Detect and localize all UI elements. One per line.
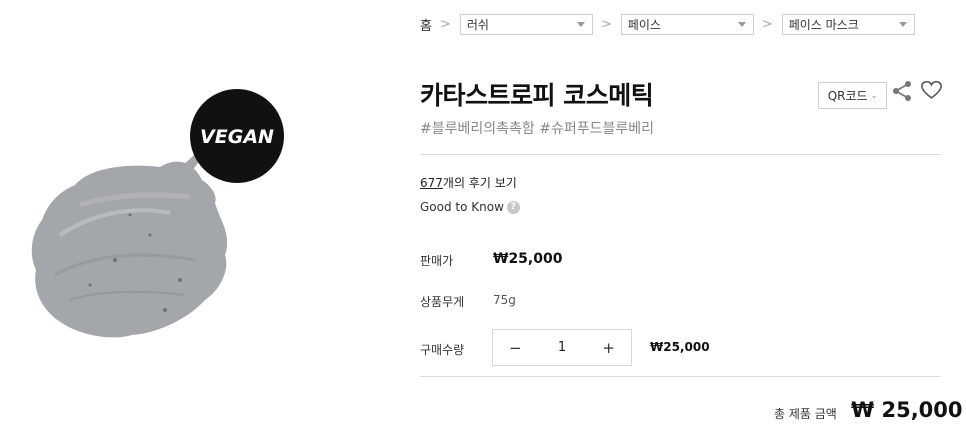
divider <box>420 376 941 377</box>
product-title: 카타스트로피 코스메틱 <box>420 81 654 110</box>
chevron-right-icon: > <box>600 16 612 32</box>
product-image: VEGAN <box>31 89 284 338</box>
product-tags: #블루베리의촉촉함 #슈퍼푸드블루베리 <box>420 121 654 137</box>
quantity-stepper: − 1 + <box>492 329 632 366</box>
subcategory-select-value: 페이스 마스크 <box>788 17 859 32</box>
vegan-badge-text: VEGAN <box>200 126 274 148</box>
quantity-value[interactable]: 1 <box>558 340 566 355</box>
weight-label: 상품무게 <box>420 295 465 309</box>
chevron-right-icon: > <box>439 16 451 32</box>
divider <box>420 154 941 155</box>
qr-code-button[interactable]: QR코드 ⌄ <box>818 82 887 109</box>
brand-select[interactable]: 러쉬 <box>459 13 593 35</box>
line-price: ₩25,000 <box>650 340 710 354</box>
quantity-increase-button[interactable]: + <box>602 339 615 357</box>
chevron-right-icon: > <box>761 16 773 32</box>
breadcrumb: 홈 > 러쉬 > 페이스 > 페이스 마스크 <box>420 13 915 35</box>
reviews-link[interactable]: 677개의 후기 보기 <box>420 174 517 191</box>
breadcrumb-home[interactable]: 홈 <box>420 15 432 34</box>
price-value: ₩25,000 <box>493 251 563 267</box>
help-icon[interactable]: ? <box>506 200 520 214</box>
heart-icon[interactable] <box>921 80 942 100</box>
price-label: 판매가 <box>420 254 454 268</box>
weight-value: 75g <box>493 293 516 307</box>
caret-down-icon <box>576 21 585 27</box>
good-to-know[interactable]: Good to Know ? <box>420 200 520 214</box>
share-icon[interactable] <box>892 80 912 102</box>
category-select-value: 페이스 <box>627 17 661 32</box>
chevron-down-icon: ⌄ <box>870 91 878 100</box>
category-select[interactable]: 페이스 <box>620 13 754 35</box>
brand-select-value: 러쉬 <box>466 17 489 32</box>
qr-code-label: QR코드 <box>827 89 868 103</box>
total-label: 총 제품 금액 <box>774 407 837 421</box>
quantity-label: 구매수량 <box>420 343 465 357</box>
good-to-know-label: Good to Know <box>420 200 504 214</box>
reviews-count: 677 <box>420 176 443 190</box>
quantity-decrease-button[interactable]: − <box>509 339 522 357</box>
subcategory-select[interactable]: 페이스 마스크 <box>781 13 915 35</box>
reviews-label: 개의 후기 보기 <box>442 176 517 190</box>
total-value: ₩ 25,000 <box>851 398 963 422</box>
caret-down-icon <box>737 21 746 27</box>
caret-down-icon <box>898 21 907 27</box>
